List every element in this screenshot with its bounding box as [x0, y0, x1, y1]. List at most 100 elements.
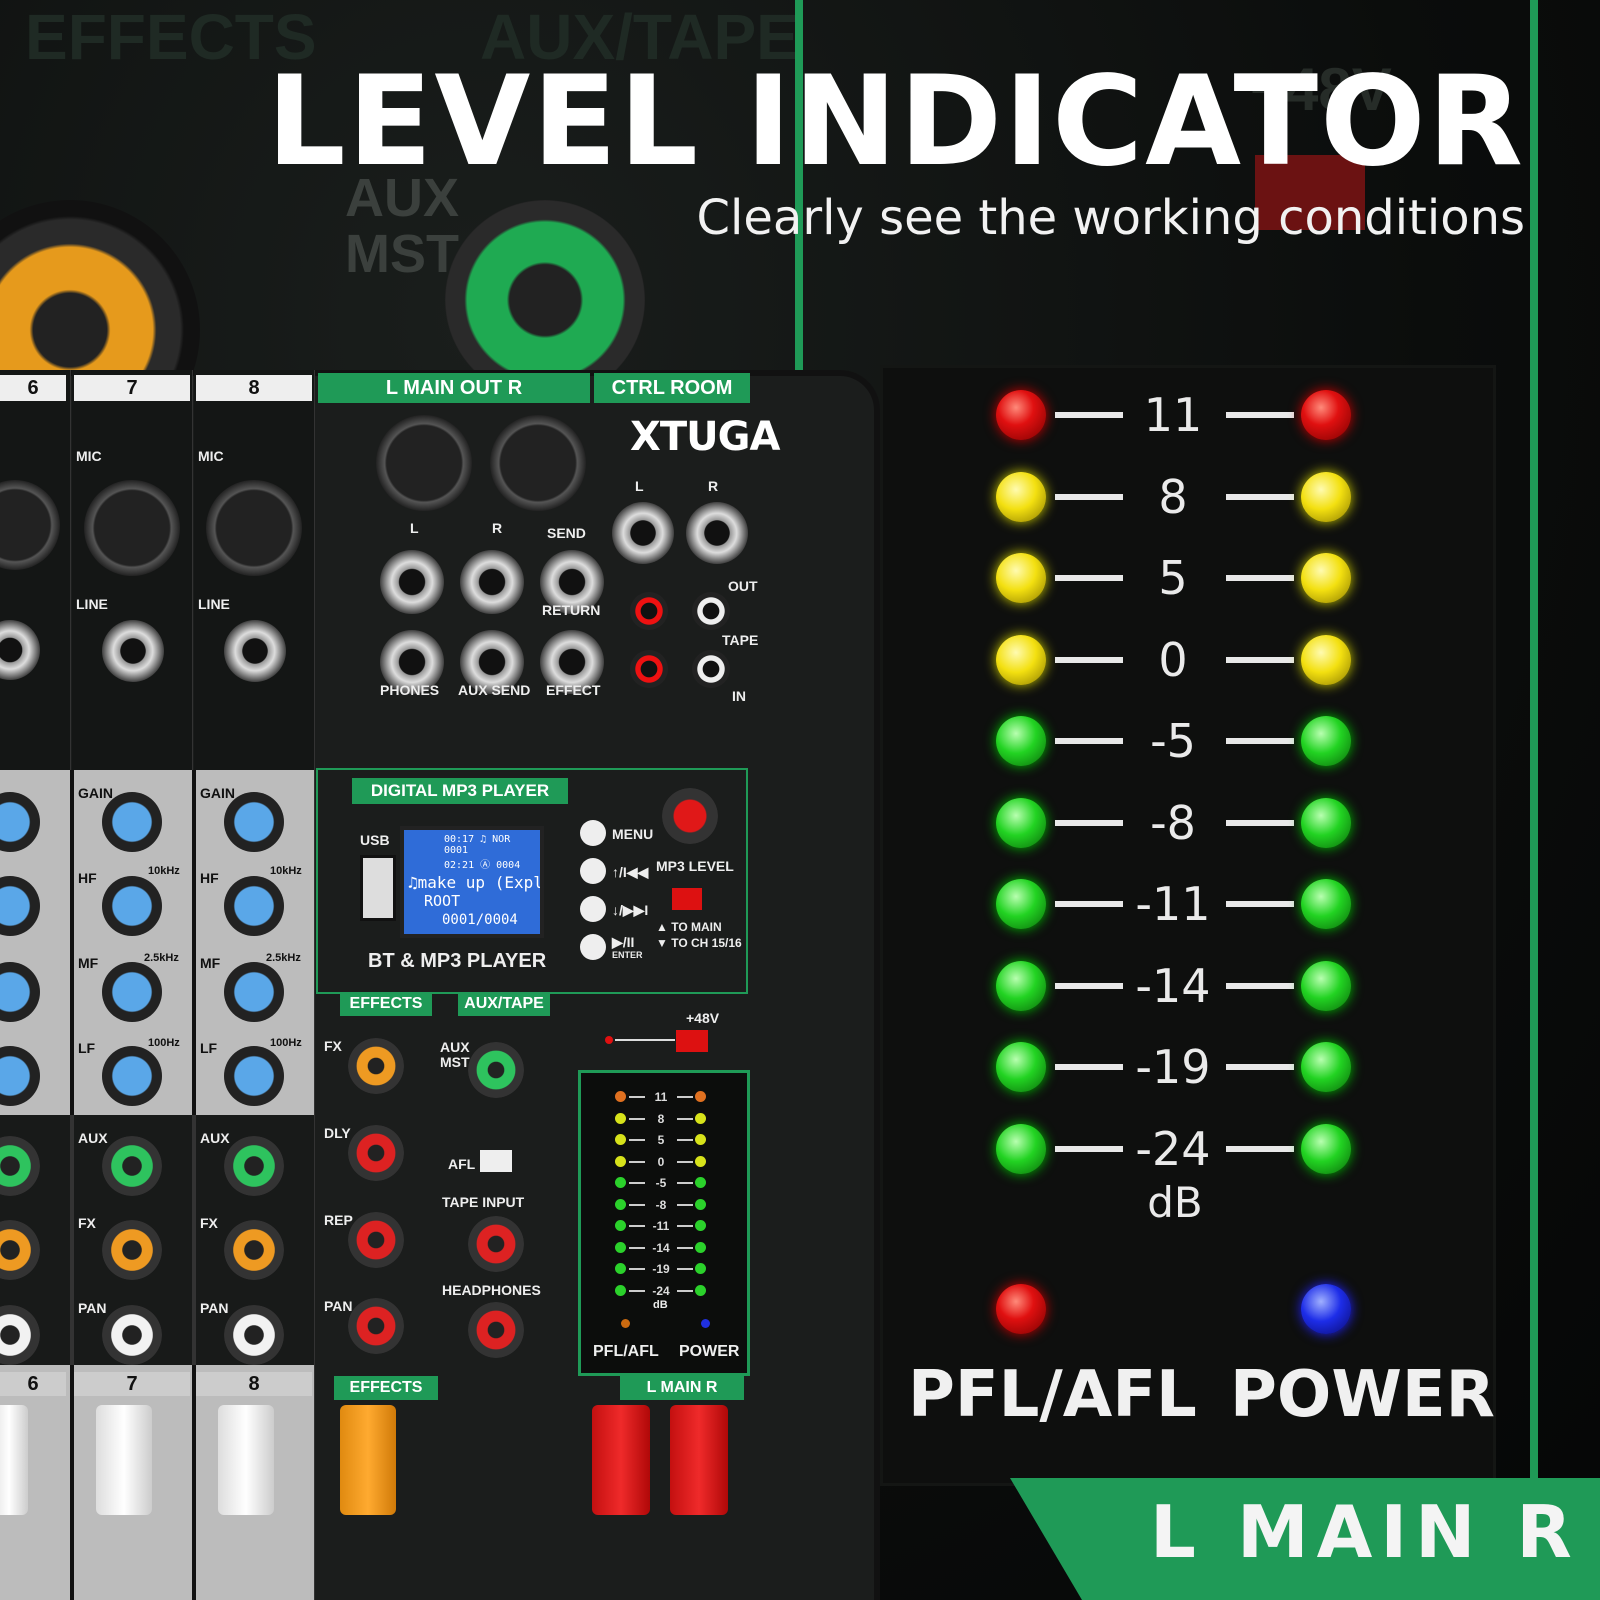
afl-label: AFL [448, 1156, 476, 1172]
headphones-knob[interactable] [468, 1302, 524, 1358]
effects-fader-header: EFFECTS [334, 1376, 438, 1400]
line-jack-7[interactable] [102, 620, 164, 682]
meter-led-left [996, 716, 1046, 766]
fx-knob-8[interactable] [224, 1220, 284, 1280]
brand-logo: XTUGA [630, 414, 780, 460]
fx-knob-7[interactable] [102, 1220, 162, 1280]
main-out-jack-r[interactable] [460, 550, 524, 614]
pfl-afl-led [996, 1284, 1046, 1334]
rep-knob[interactable] [348, 1212, 404, 1268]
xlr-input-8[interactable] [206, 480, 302, 576]
lcd-display: 00:17 ♫ NOR 0001 02:21 Ⓐ 0004 ♫make up (… [400, 826, 544, 938]
ctrl-room-jack-l[interactable] [612, 502, 674, 564]
line-jack-8[interactable] [224, 620, 286, 682]
meter-unit-label: dB [1147, 1178, 1203, 1227]
pan-knob-8[interactable] [224, 1305, 284, 1365]
play-enter-button[interactable] [580, 934, 606, 960]
main-bar-label: L MAIN R [1150, 1490, 1580, 1574]
mini-dash-right [677, 1117, 693, 1120]
channel-fader-7[interactable] [96, 1405, 152, 1515]
bt-mp3-label: BT & MP3 PLAYER [368, 950, 547, 972]
send-divider-1 [70, 1115, 74, 1365]
main-fader-r[interactable] [670, 1405, 728, 1515]
meter-led-left [996, 1042, 1046, 1092]
mp3-route-switch[interactable] [672, 888, 702, 910]
next-label: ↓/▶▶I [612, 902, 649, 918]
mini-level-label: 11 [654, 1090, 668, 1104]
channel-fader-8[interactable] [218, 1405, 274, 1515]
gain-knob-8[interactable] [224, 792, 284, 852]
hf-knob-8[interactable] [224, 876, 284, 936]
meter-dash-left [1055, 412, 1123, 418]
ctrl-room-jack-r[interactable] [686, 502, 748, 564]
usb-port[interactable] [360, 855, 396, 921]
effects-header: EFFECTS [340, 992, 432, 1016]
mini-pfl-led [621, 1319, 630, 1328]
menu-button[interactable] [580, 820, 606, 846]
meter-led-left [996, 1123, 1046, 1174]
meter-level-label: 0 [1158, 632, 1188, 687]
mini-dash-left [629, 1139, 645, 1141]
fx-section-fx-label: FX [324, 1038, 342, 1054]
mini-level-label: 8 [657, 1111, 665, 1126]
pan-knob-7[interactable] [102, 1305, 162, 1365]
line-label-7: LINE [76, 596, 108, 612]
bg-right-green-edge [1530, 0, 1538, 1600]
lcd-line-2: 02:21 Ⓐ 0004 [444, 860, 521, 871]
afl-button[interactable] [480, 1150, 512, 1172]
lcd-line-4: ROOT [424, 892, 461, 910]
main-fader-header: L MAIN R [620, 1376, 744, 1400]
mf-freq-8: 2.5kHz [266, 952, 301, 964]
fx-pan-knob[interactable] [348, 1298, 404, 1354]
aux-tape-header: AUX/TAPE [458, 992, 550, 1016]
gain-knob-7[interactable] [102, 792, 162, 852]
mini-dash-right [677, 1268, 693, 1270]
tape-out-r-rca[interactable] [692, 592, 730, 630]
tape-out-l-rca[interactable] [630, 592, 668, 630]
tape-in-r-rca[interactable] [692, 650, 730, 688]
lcd-line-1: 00:17 ♫ NOR 0001 [444, 834, 511, 856]
mf-knob-8[interactable] [224, 962, 284, 1022]
lf-knob-8[interactable] [224, 1046, 284, 1106]
mini-dash-right [677, 1139, 693, 1141]
mf-knob-7[interactable] [102, 962, 162, 1022]
main-out-xlr-r[interactable] [490, 415, 586, 511]
fx-level-knob[interactable] [348, 1038, 404, 1094]
mixer-body: 6 7 8 L MAIN OUT R CTRL ROOM MIC MIC LIN… [0, 370, 880, 1600]
tape-input-knob[interactable] [468, 1216, 524, 1272]
meter-level-label: 11 [1143, 388, 1203, 442]
mp3-level-label: MP3 LEVEL [656, 858, 734, 874]
mp3-title: DIGITAL MP3 PLAYER [352, 778, 568, 804]
dly-knob[interactable] [348, 1125, 404, 1181]
tape-in-l-rca[interactable] [630, 650, 668, 688]
meter-led-left [996, 553, 1046, 603]
effects-fader[interactable] [340, 1405, 396, 1515]
next-button[interactable] [580, 896, 606, 922]
meter-dash-right [1226, 901, 1294, 907]
tape-input-label: TAPE INPUT [442, 1194, 525, 1210]
prev-button[interactable] [580, 858, 606, 884]
aux-mst-knob[interactable] [468, 1042, 524, 1098]
main-out-xlr-l[interactable] [376, 415, 472, 511]
xlr-input-7[interactable] [84, 480, 180, 576]
send-divider-2 [192, 1115, 196, 1365]
main-out-jack-l[interactable] [380, 550, 444, 614]
mini-dash-left [629, 1182, 645, 1184]
mini-dash-right [677, 1096, 693, 1098]
hf-knob-7[interactable] [102, 876, 162, 936]
mini-led-left [615, 1263, 626, 1274]
aux-knob-8[interactable] [224, 1136, 284, 1196]
p48v-switch[interactable] [676, 1030, 708, 1052]
gain-label-8: GAIN [200, 785, 235, 801]
mini-led-right [695, 1220, 706, 1231]
mp3-level-knob[interactable] [662, 788, 718, 844]
channel-label-8: 8 [196, 375, 312, 401]
lf-knob-7[interactable] [102, 1046, 162, 1106]
send-label: SEND [547, 525, 586, 541]
main-fader-l[interactable] [592, 1405, 650, 1515]
mini-led-left [615, 1220, 626, 1231]
channel-fader-6[interactable] [0, 1405, 28, 1515]
aux-knob-7[interactable] [102, 1136, 162, 1196]
mf-label-7: MF [78, 955, 99, 971]
tape-in-label: IN [732, 688, 746, 704]
